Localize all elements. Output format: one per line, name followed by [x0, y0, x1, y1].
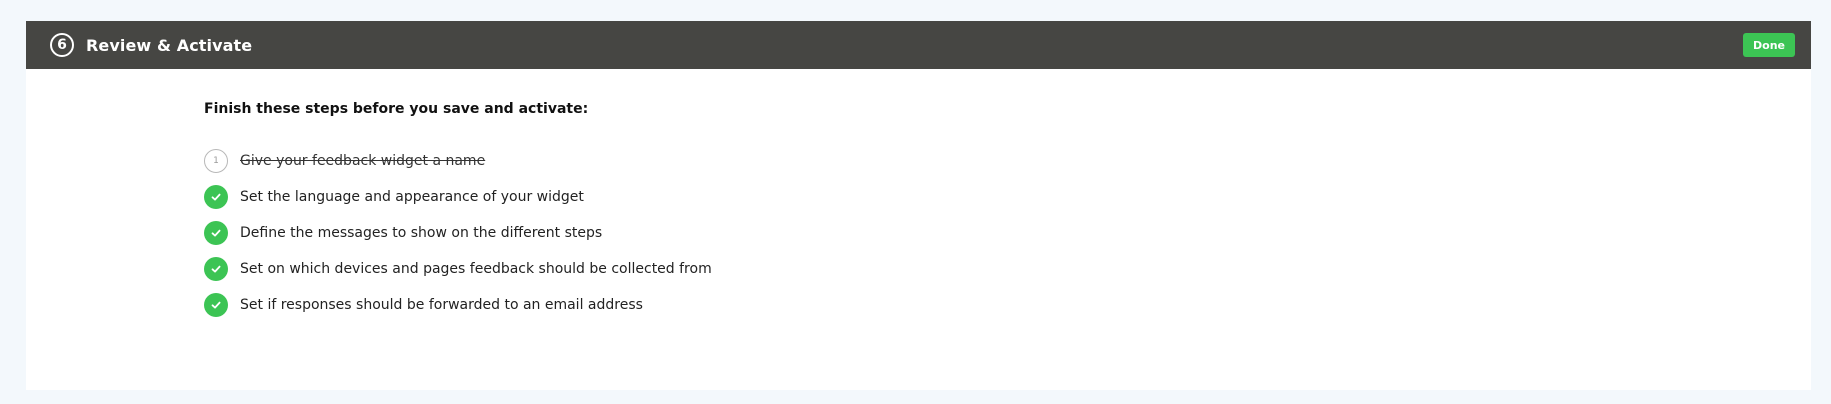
checklist-intro: Finish these steps before you save and a…: [204, 101, 589, 117]
checklist-item: Set the language and appearance of your …: [204, 185, 712, 209]
checklist-item-label: Define the messages to show on the diffe…: [240, 225, 603, 241]
step-number-icon: 1: [204, 149, 228, 173]
checkmark-icon: [204, 257, 228, 281]
checkmark-icon: [204, 221, 228, 245]
section-title: Review & Activate: [86, 35, 253, 55]
checklist: 1 Give your feedback widget a name Set t…: [204, 149, 712, 317]
checklist-item-label: Give your feedback widget a name: [240, 153, 486, 169]
review-activate-panel: 6 Review & Activate Done Finish these st…: [26, 21, 1811, 390]
checkmark-icon: [204, 293, 228, 317]
checkmark-icon: [204, 185, 228, 209]
checklist-item: Set if responses should be forwarded to …: [204, 293, 712, 317]
checklist-item-label: Set the language and appearance of your …: [240, 189, 584, 205]
section-header: 6 Review & Activate Done: [26, 21, 1811, 69]
checklist-item: Define the messages to show on the diffe…: [204, 221, 712, 245]
checklist-item-label: Set if responses should be forwarded to …: [240, 297, 643, 313]
done-button[interactable]: Done: [1743, 33, 1795, 57]
checklist-content: Finish these steps before you save and a…: [204, 101, 712, 329]
checklist-item: Set on which devices and pages feedback …: [204, 257, 712, 281]
checklist-item-label: Set on which devices and pages feedback …: [240, 261, 712, 277]
step-number-badge: 6: [50, 33, 74, 57]
checklist-item: 1 Give your feedback widget a name: [204, 149, 712, 173]
